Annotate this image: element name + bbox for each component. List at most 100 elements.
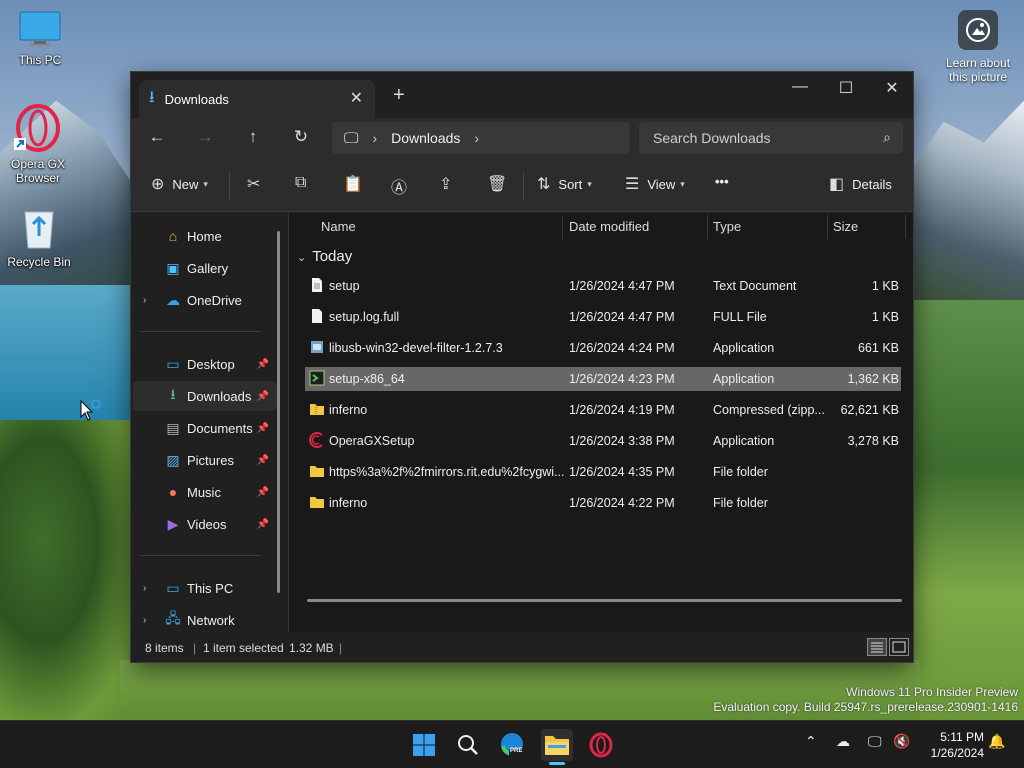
network-icon[interactable]: 🖵 — [868, 733, 882, 750]
file-date: 1/26/2024 4:22 PM — [569, 496, 675, 510]
start-button[interactable] — [408, 729, 440, 761]
chevron-up-icon[interactable]: ⌃ — [805, 733, 817, 750]
volume-muted-icon[interactable]: 🔇 — [893, 733, 910, 750]
chevron-down-icon: ▾ — [680, 178, 685, 189]
close-button[interactable]: ✕ — [869, 78, 915, 98]
column-type[interactable]: Type — [713, 219, 741, 234]
horizontal-scrollbar[interactable] — [307, 599, 902, 602]
view-button[interactable]: ☰ View ▾ — [625, 174, 685, 194]
column-size[interactable]: Size — [833, 219, 858, 234]
paste-button[interactable]: 📋 — [343, 174, 371, 194]
chevron-right-icon[interactable]: › — [143, 295, 146, 306]
nav-item-pictures[interactable]: ▨ Pictures 📌 — [133, 445, 277, 475]
column-date-modified[interactable]: Date modified — [569, 219, 649, 234]
file-name: https%3a%2f%2fmirrors.rit.edu%2fcygwi... — [329, 465, 565, 479]
breadcrumb[interactable]: 🖵 › Downloads › — [332, 122, 630, 154]
file-row[interactable]: https%3a%2f%2fmirrors.rit.edu%2fcygwi...… — [305, 460, 901, 484]
more-options-button[interactable]: ••• — [715, 174, 729, 189]
breadcrumb-downloads[interactable]: Downloads — [391, 130, 460, 146]
pin-icon: 📌 — [256, 518, 269, 530]
group-header-today[interactable]: ⌄ Today — [297, 248, 352, 265]
status-bar: 8 items | 1 item selected 1.32 MB | — [131, 632, 913, 662]
desktop-icon-opera-gx[interactable]: Opera GX Browser — [0, 104, 78, 185]
toolbar-divider — [229, 172, 230, 200]
status-divider: | — [339, 641, 343, 655]
new-button[interactable]: ⊕ New ▾ — [151, 174, 208, 194]
close-tab-icon[interactable]: ✕ — [350, 88, 363, 108]
notification-bell-icon[interactable]: 🔔 — [988, 733, 1005, 750]
column-name[interactable]: Name — [321, 219, 356, 234]
file-name: setup — [329, 279, 360, 293]
tab-downloads[interactable]: ⭳ Downloads ✕ — [139, 80, 375, 118]
generic-file-icon — [312, 309, 322, 323]
tiles-view-icon — [892, 641, 906, 653]
application-icon — [311, 341, 323, 353]
column-divider[interactable] — [827, 215, 828, 239]
wallpaper-mountain-right — [909, 100, 1024, 300]
document-icon: ▤ — [166, 419, 180, 436]
file-size: 62,621 KB — [840, 403, 899, 417]
column-divider[interactable] — [562, 215, 563, 239]
file-row[interactable]: setup.log.full 1/26/2024 4:47 PM FULL Fi… — [305, 305, 901, 329]
rename-button[interactable]: Ⓐ — [391, 174, 415, 198]
share-button[interactable]: ⇪ — [439, 174, 460, 194]
details-button[interactable]: ◧ Details — [829, 174, 892, 194]
file-row[interactable]: OperaGXSetup 1/26/2024 3:38 PM Applicati… — [305, 429, 901, 453]
up-button[interactable]: ↑ — [241, 127, 265, 147]
file-row[interactable]: inferno 1/26/2024 4:19 PM Compressed (zi… — [305, 398, 901, 422]
minimize-button[interactable]: — — [777, 78, 823, 96]
nav-item-videos[interactable]: ▶ Videos 📌 — [133, 509, 277, 539]
forward-button[interactable]: → — [193, 127, 217, 147]
cloud-icon: ☁ — [166, 291, 180, 308]
column-divider[interactable] — [905, 215, 906, 239]
delete-button[interactable]: 🗑 — [487, 174, 515, 194]
edge-button[interactable]: PRE — [497, 729, 529, 761]
back-button[interactable]: ← — [145, 127, 169, 147]
details-view-button[interactable] — [867, 638, 887, 656]
cloud-offline-icon[interactable]: ☁ — [836, 733, 850, 750]
learn-about-picture[interactable]: Learn about this picture — [938, 10, 1018, 84]
column-divider[interactable] — [707, 215, 708, 239]
nav-item-this-pc[interactable]: › ▭ This PC — [133, 573, 277, 603]
file-row[interactable]: setup 1/26/2024 4:47 PM Text Document 1 … — [305, 274, 901, 298]
chevron-right-icon[interactable]: › — [143, 583, 146, 594]
nav-item-desktop[interactable]: ▭ Desktop 📌 — [133, 349, 277, 379]
nav-item-network[interactable]: › 🖧 Network — [133, 605, 277, 635]
opera-gx-icon — [589, 732, 613, 758]
nav-item-documents[interactable]: ▤ Documents 📌 — [133, 413, 277, 443]
search-button[interactable] — [452, 729, 484, 761]
chevron-right-icon[interactable]: › — [372, 130, 377, 146]
new-tab-button[interactable]: + — [393, 84, 405, 107]
file-row-selected[interactable]: setup-x86_64 1/26/2024 4:23 PM Applicati… — [305, 367, 901, 391]
opera-gx-button[interactable] — [585, 729, 617, 761]
chevron-right-icon[interactable]: › — [143, 615, 146, 626]
nav-divider — [141, 555, 261, 556]
clock-date: 1/26/2024 — [930, 746, 984, 760]
nav-item-downloads[interactable]: ⭳ Downloads 📌 — [133, 381, 277, 411]
file-type: Application — [713, 341, 775, 355]
nav-item-onedrive[interactable]: › ☁ OneDrive — [133, 285, 277, 315]
chevron-down-icon: ▾ — [587, 178, 592, 189]
maximize-button[interactable]: ☐ — [823, 78, 869, 98]
desktop-icon-recycle-bin[interactable]: Recycle Bin — [0, 206, 79, 269]
clock[interactable]: 5:11 PM 1/26/2024 — [931, 729, 984, 761]
nav-item-music[interactable]: ● Music 📌 — [133, 477, 277, 507]
desktop-icon-this-pc[interactable]: This PC — [0, 10, 80, 67]
file-date: 1/26/2024 3:38 PM — [569, 434, 675, 448]
nav-scrollbar[interactable] — [277, 231, 280, 593]
file-explorer-button[interactable] — [541, 729, 573, 765]
tiles-view-button[interactable] — [889, 638, 909, 656]
nav-item-home[interactable]: ⌂ Home — [133, 221, 277, 251]
chevron-right-icon[interactable]: › — [474, 130, 479, 146]
copy-button[interactable]: ⧉ — [295, 174, 314, 192]
file-name: inferno — [329, 403, 368, 417]
cut-button[interactable]: ✂ — [247, 174, 268, 194]
nav-item-gallery[interactable]: ▣ Gallery — [133, 253, 277, 283]
refresh-button[interactable]: ↻ — [289, 127, 313, 147]
search-input[interactable]: Search Downloads — [653, 130, 771, 146]
network-icon: 🖧 — [165, 610, 181, 626]
file-row[interactable]: libusb-win32-devel-filter-1.2.7.3 1/26/2… — [305, 336, 901, 360]
sort-button[interactable]: ⇅ Sort ▾ — [537, 174, 592, 194]
file-row[interactable]: inferno 1/26/2024 4:22 PM File folder — [305, 491, 901, 515]
search-box[interactable]: Search Downloads ⌕ — [639, 122, 903, 154]
